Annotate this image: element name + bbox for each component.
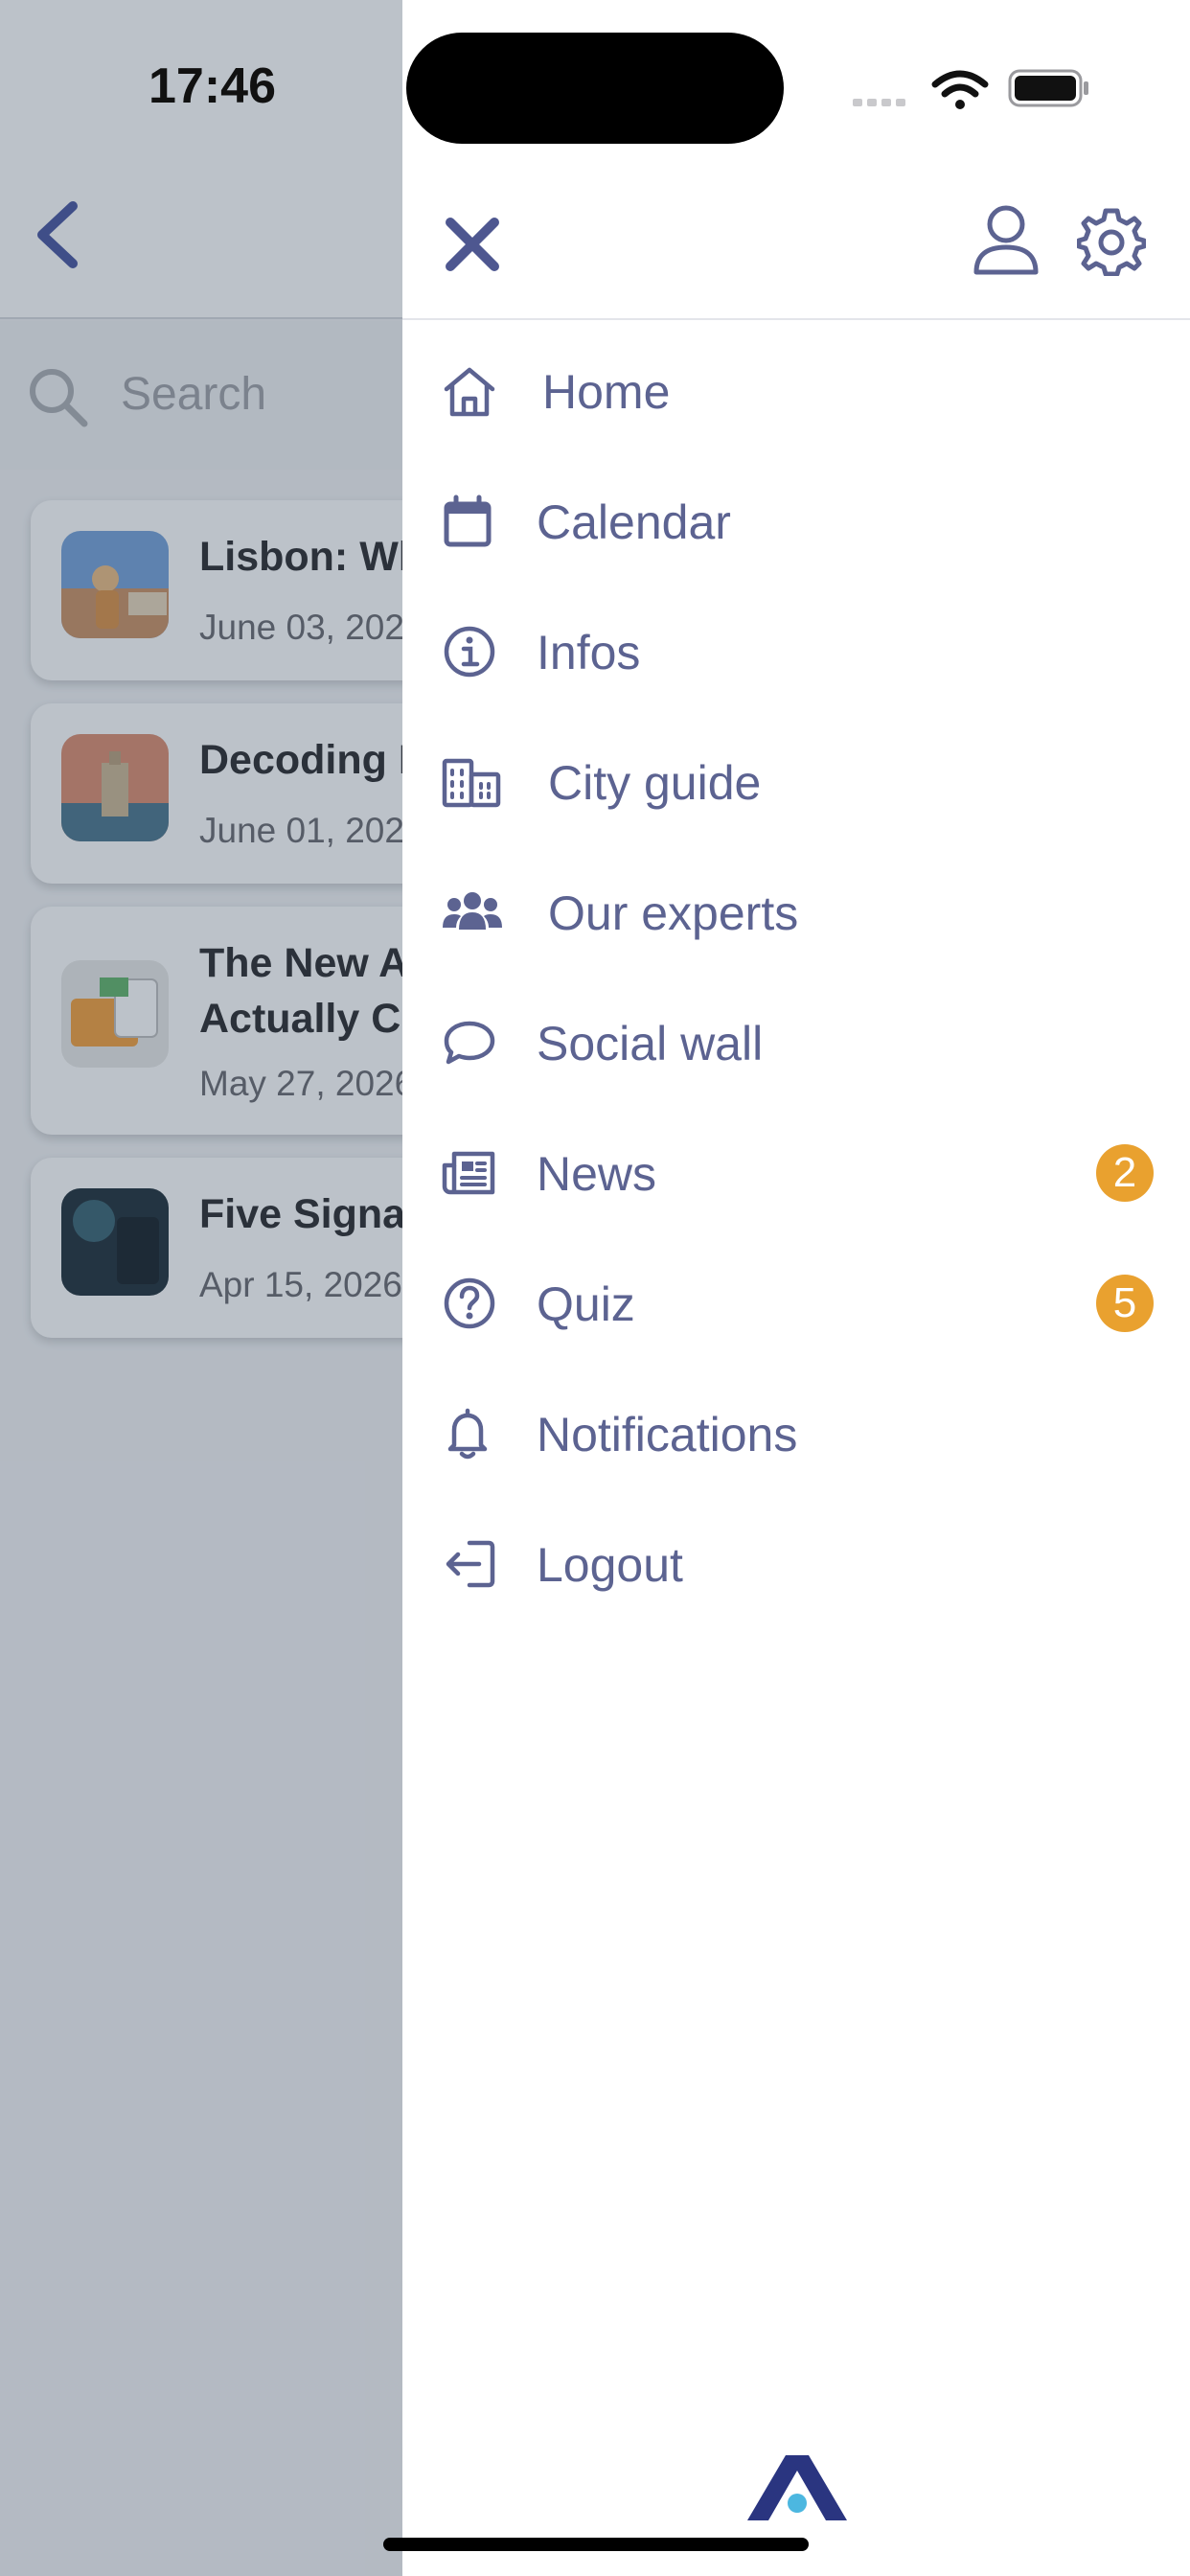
status-time: 17:46 <box>149 58 276 114</box>
calendar-icon <box>444 494 492 547</box>
menu-item-notifications[interactable]: Notifications <box>402 1376 1190 1491</box>
experts-icon <box>443 892 502 930</box>
settings-gear-icon[interactable] <box>1077 207 1146 276</box>
chat-bubble-icon <box>444 1021 495 1065</box>
home-icon <box>444 367 495 417</box>
menu-item-label: Our experts <box>548 886 799 940</box>
user-profile-icon[interactable] <box>973 203 1040 276</box>
battery-icon <box>1008 69 1088 107</box>
home-indicator[interactable] <box>383 2538 809 2551</box>
quiz-count-badge: 5 <box>1096 1275 1154 1332</box>
brand-logo-icon <box>747 2455 847 2520</box>
news-count-badge: 2 <box>1096 1144 1154 1202</box>
app-screen: Search Lisbon: Wh June 03, 202 Decoding … <box>0 0 1190 2576</box>
bell-icon <box>447 1408 488 1460</box>
dynamic-island <box>406 33 784 144</box>
menu-item-our-experts[interactable]: Our experts <box>402 855 1190 970</box>
question-icon <box>444 1277 495 1329</box>
menu-item-label: City guide <box>548 756 762 810</box>
menu-item-label: Home <box>542 365 671 419</box>
drawer-divider <box>402 318 1190 320</box>
menu-item-news[interactable]: News 2 <box>402 1116 1190 1230</box>
menu-item-home[interactable]: Home <box>402 334 1190 448</box>
menu-item-label: News <box>537 1147 657 1201</box>
menu-item-label: Logout <box>537 1538 683 1592</box>
cellular-signal-icon <box>853 94 910 111</box>
menu-item-infos[interactable]: Infos <box>402 594 1190 709</box>
menu-item-logout[interactable]: Logout <box>402 1506 1190 1622</box>
city-guide-icon <box>442 758 501 808</box>
menu-item-label: Social wall <box>537 1017 764 1070</box>
logout-icon <box>446 1540 495 1588</box>
menu-item-label: Infos <box>537 626 641 679</box>
newspaper-icon <box>442 1151 495 1195</box>
menu-item-city-guide[interactable]: City guide <box>402 724 1190 840</box>
wifi-icon <box>931 70 989 109</box>
menu-item-label: Notifications <box>537 1408 798 1461</box>
close-icon[interactable] <box>441 213 504 276</box>
menu-item-social-wall[interactable]: Social wall <box>402 985 1190 1100</box>
menu-item-label: Quiz <box>537 1277 635 1331</box>
menu-item-label: Calendar <box>537 495 731 549</box>
menu-item-quiz[interactable]: Quiz 5 <box>402 1246 1190 1361</box>
menu-item-calendar[interactable]: Calendar <box>402 464 1190 579</box>
info-icon <box>444 626 495 678</box>
